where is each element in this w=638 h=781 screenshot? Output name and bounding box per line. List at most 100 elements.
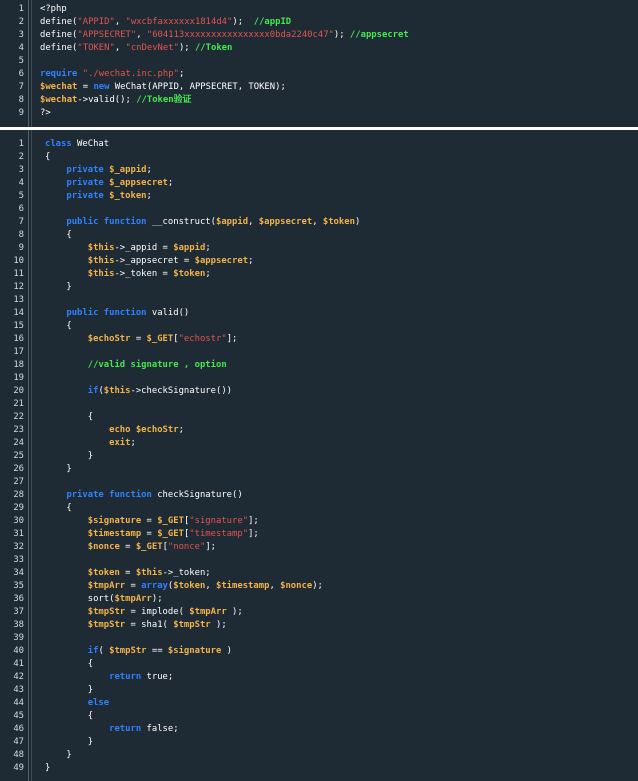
code-line: 38 $tmpStr = sha1( $tmpStr ); <box>0 619 638 632</box>
code-token: ); <box>178 43 195 53</box>
code-text: private $_appsecret; <box>45 177 173 190</box>
code-token: $tmpArr <box>189 606 227 617</box>
code-token: "nonce" <box>167 541 206 552</box>
code-token: "wxcbfaxxxxxx1814d4" <box>125 17 233 27</box>
code-token: = <box>119 541 136 552</box>
code-text: { <box>45 229 71 242</box>
code-token: true; <box>141 671 174 682</box>
code-line: 1 <?php <box>0 3 638 16</box>
line-number: 13 <box>13 294 24 305</box>
code-token: array <box>141 580 168 591</box>
code-line: 7 public function __construct($appid, $a… <box>0 216 638 229</box>
code-token: $token <box>322 216 355 227</box>
line-number: 2 <box>18 151 24 162</box>
line-number: 40 <box>13 645 24 656</box>
code-line: 25 } <box>0 450 638 463</box>
code-text: define("TOKEN", "cnDevNet"); //Token <box>40 42 232 55</box>
code-token: "signature" <box>189 515 249 526</box>
code-token: valid() <box>146 307 190 318</box>
code-token: } <box>45 463 72 474</box>
code-token: private <box>66 190 104 201</box>
code-text: { <box>45 320 71 333</box>
line-number: 2 <box>18 17 24 27</box>
line-number: 24 <box>13 437 24 448</box>
code-token: = implode( <box>125 606 190 617</box>
code-token: ]; <box>205 541 216 552</box>
code-text: else <box>45 697 109 710</box>
code-line: 40 if( $tmpStr == $signature ) <box>0 645 638 658</box>
code-text: private $_token; <box>45 190 152 203</box>
code-text: $signature = $_GET["signature"]; <box>45 515 259 528</box>
code-token: define( <box>40 17 78 27</box>
code-token: ]; <box>226 333 238 344</box>
code-line: 24 exit; <box>0 437 638 450</box>
line-number: 7 <box>18 216 24 227</box>
code-token: } <box>45 749 72 760</box>
code-token: $this <box>135 567 163 578</box>
code-token: require <box>40 69 78 79</box>
code-line: 30 $signature = $_GET["signature"]; <box>0 515 638 528</box>
code-token: { <box>45 710 94 721</box>
code-token: $tmpStr <box>109 645 147 656</box>
line-number: 38 <box>13 619 24 630</box>
code-text: require "./wechat.inc.php"; <box>40 68 184 81</box>
line-number: 30 <box>13 515 24 526</box>
code-line: 42 return true; <box>0 671 638 684</box>
line-number: 20 <box>13 385 24 396</box>
code-line: 46 return false; <box>0 723 638 736</box>
code-line: 18 //valid signature , option <box>0 359 638 372</box>
code-token: = sha1( <box>125 619 174 630</box>
code-token: $_GET <box>146 333 174 344</box>
code-text: sort($tmpArr); <box>45 593 163 606</box>
code-text: } <box>45 463 72 476</box>
code-token: = <box>130 333 147 344</box>
code-token: , <box>312 216 323 227</box>
code-text: $wechat = new WeChat(APPID, APPSECRET, T… <box>40 81 286 94</box>
line-number: 8 <box>18 229 24 240</box>
line-number: 19 <box>13 372 24 383</box>
code-token: class <box>45 138 72 149</box>
code-line: 49} <box>0 762 638 775</box>
line-number: 27 <box>13 476 24 487</box>
line-number: 33 <box>13 554 24 565</box>
code-token: private <box>66 164 104 175</box>
code-line: 45 { <box>0 710 638 723</box>
code-token: else <box>87 697 110 708</box>
code-token: { <box>45 411 94 422</box>
code-token: ; <box>248 255 254 266</box>
code-token: "TOKEN" <box>77 43 115 53</box>
code-line: 21 <box>0 398 638 411</box>
code-token: } <box>45 736 94 747</box>
code-token: "cnDevNet" <box>125 43 179 53</box>
code-text: public function valid() <box>45 307 189 320</box>
line-number: 37 <box>13 606 24 617</box>
line-number: 36 <box>13 593 24 604</box>
code-token: ->_appid = <box>114 242 174 253</box>
line-number: 4 <box>18 43 24 53</box>
code-text: define("APPID", "wxcbfaxxxxxx1814d4"); /… <box>40 16 291 29</box>
code-token: if <box>87 385 99 396</box>
code-token: $wechat <box>40 82 78 92</box>
code-text: $echoStr = $_GET["echostr"]; <box>45 333 238 346</box>
line-number: 25 <box>13 450 24 461</box>
code-token: $_appid <box>109 164 147 175</box>
code-line: 5 private $_token; <box>0 190 638 203</box>
code-token: ; <box>146 190 152 201</box>
code-line: 6 require "./wechat.inc.php"; <box>0 68 638 81</box>
code-token: public <box>66 307 99 318</box>
line-number: 41 <box>13 658 24 669</box>
code-line: 20 if($this->checkSignature()) <box>0 385 638 398</box>
code-line: 12 } <box>0 281 638 294</box>
code-token: ( <box>98 645 110 656</box>
code-token: return <box>109 671 142 682</box>
code-token: $this <box>87 242 115 253</box>
